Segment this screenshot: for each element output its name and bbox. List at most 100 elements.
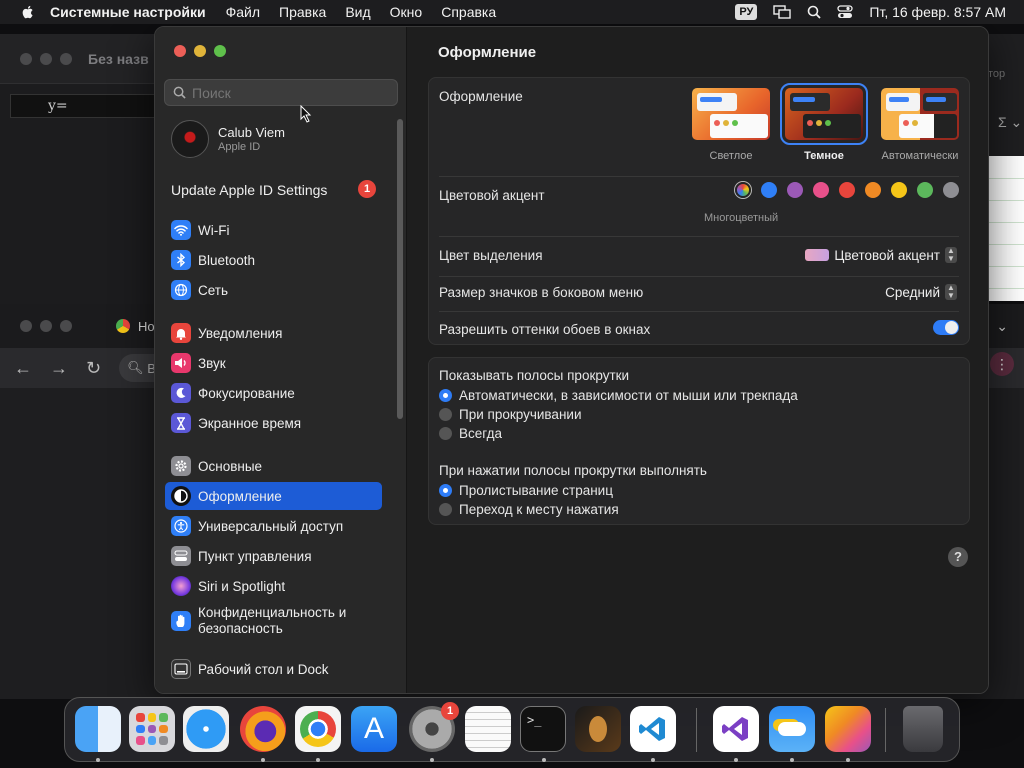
- accent-multicolor-swatch[interactable]: [735, 182, 751, 198]
- expression-field[interactable]: y=: [10, 94, 160, 118]
- tab-list-chevron-icon[interactable]: ⌄: [996, 318, 1008, 335]
- control-center-icon[interactable]: [837, 5, 854, 19]
- sidebar-item-wifi[interactable]: Wi-Fi: [165, 216, 382, 244]
- spotlight-search-icon[interactable]: [807, 5, 822, 19]
- radio-label: Автоматически, в зависимости от мыши или…: [459, 388, 798, 403]
- sidebar-item-desktop-dock[interactable]: Рабочий стол и Dock: [165, 655, 382, 683]
- sidebar-item-sound[interactable]: Звук: [165, 349, 382, 377]
- accent-yellow-swatch[interactable]: [891, 182, 907, 198]
- sidebar-icon-size-select[interactable]: Средний ▲ ▼: [885, 284, 957, 300]
- theme-option-auto[interactable]: Автоматически: [877, 88, 963, 162]
- visual-studio-icon[interactable]: [713, 706, 759, 752]
- theme-option-dark[interactable]: Темное: [780, 83, 868, 162]
- hand-icon: [171, 611, 191, 631]
- sidebar-item-notifications[interactable]: Уведомления: [165, 319, 382, 347]
- app-store-icon[interactable]: A: [351, 706, 397, 752]
- sidebar-item-appearance[interactable]: Оформление: [165, 482, 382, 510]
- update-apple-id-settings[interactable]: Update Apple ID Settings: [171, 182, 327, 198]
- textedit-icon[interactable]: [465, 706, 511, 752]
- radio-button[interactable]: [439, 503, 452, 516]
- accent-graphite-swatch[interactable]: [943, 182, 959, 198]
- avatar: [171, 120, 209, 158]
- minimize-window-button[interactable]: [194, 45, 206, 57]
- background-window-title: Без назв: [88, 50, 149, 67]
- account-subtitle: Apple ID: [218, 141, 261, 153]
- forward-arrow-icon[interactable]: →: [50, 358, 68, 379]
- chevron-up-down-icon: ▲ ▼: [945, 284, 957, 300]
- wallpaper-tint-toggle[interactable]: [933, 320, 959, 335]
- accent-purple-swatch[interactable]: [787, 182, 803, 198]
- sidebar-item-accessibility[interactable]: Универсальный доступ: [165, 512, 382, 540]
- bluetooth-icon: [171, 250, 191, 270]
- screen-mirroring-icon[interactable]: [773, 5, 792, 19]
- pages-icon[interactable]: [825, 706, 871, 752]
- radio-button[interactable]: [439, 408, 452, 421]
- radio-button[interactable]: [439, 389, 452, 402]
- accent-pink-swatch[interactable]: [813, 182, 829, 198]
- close-window-button[interactable]: [174, 45, 186, 57]
- radio-button[interactable]: [439, 484, 452, 497]
- launchpad-icon[interactable]: [129, 706, 175, 752]
- sidebar-scrollbar[interactable]: [397, 119, 403, 419]
- speaker-icon: [171, 353, 191, 373]
- highlight-color-select[interactable]: Цветовой акцент ▲ ▼: [805, 247, 957, 263]
- sidebar-item-network[interactable]: Сеть: [165, 276, 382, 304]
- sidebar-item-siri-spotlight[interactable]: Siri и Spotlight: [165, 572, 382, 600]
- accent-blue-swatch[interactable]: [761, 182, 777, 198]
- terminal-icon[interactable]: >_: [520, 706, 566, 752]
- sidebar-item-label: Универсальный доступ: [198, 518, 344, 534]
- menu-view[interactable]: Вид: [345, 4, 370, 20]
- sidebar-item-control-center[interactable]: Пункт управления: [165, 542, 382, 570]
- theme-option-light[interactable]: Светлое: [691, 88, 771, 162]
- menu-edit[interactable]: Правка: [279, 4, 326, 20]
- reload-icon[interactable]: ↻: [86, 358, 101, 379]
- sidebar-item-focus[interactable]: Фокусирование: [165, 379, 382, 407]
- finder-icon[interactable]: [75, 706, 121, 752]
- back-arrow-icon[interactable]: ←: [14, 358, 32, 379]
- accent-color-label: Цветовой акцент: [439, 188, 545, 203]
- menu-window[interactable]: Окно: [390, 4, 423, 20]
- menu-file[interactable]: Файл: [226, 4, 260, 20]
- scroll-click-option-page[interactable]: Пролистывание страниц: [439, 483, 613, 498]
- accent-red-swatch[interactable]: [839, 182, 855, 198]
- sigma-button[interactable]: Σ ⌄: [998, 114, 1022, 131]
- siri-icon: [171, 576, 191, 596]
- weather-icon[interactable]: [769, 706, 815, 752]
- sidebar-item-bluetooth[interactable]: Bluetooth: [165, 246, 382, 274]
- appearance-label: Оформление: [439, 89, 523, 104]
- highlight-color-value: Цветовой акцент: [834, 247, 940, 263]
- scrollbars-option-auto[interactable]: Автоматически, в зависимости от мыши или…: [439, 388, 798, 403]
- trash-icon[interactable]: [903, 706, 943, 752]
- menu-bar: Системные настройки Файл Правка Вид Окно…: [0, 0, 1024, 24]
- keyboard-layout-indicator[interactable]: РУ: [735, 4, 758, 20]
- background-side-text: тор: [988, 68, 1006, 80]
- accent-green-swatch[interactable]: [917, 182, 933, 198]
- accent-orange-swatch[interactable]: [865, 182, 881, 198]
- sidebar-search[interactable]: [164, 79, 398, 106]
- scrollbars-option-always[interactable]: Всегда: [439, 426, 502, 441]
- background-right-window: тор Σ ⌄: [988, 34, 1024, 156]
- sidebar-item-general[interactable]: Основные: [165, 452, 382, 480]
- vscode-icon[interactable]: [630, 706, 676, 752]
- apple-id-account[interactable]: Calub Viem Apple ID: [171, 120, 285, 158]
- scroll-click-option-spot[interactable]: Переход к месту нажатия: [439, 502, 619, 517]
- menu-app-name[interactable]: Системные настройки: [50, 4, 206, 20]
- safari-icon[interactable]: [183, 706, 229, 752]
- zoom-window-button[interactable]: [214, 45, 226, 57]
- search-input[interactable]: [192, 84, 382, 101]
- menu-help[interactable]: Справка: [441, 4, 496, 20]
- firefox-icon[interactable]: [240, 706, 286, 752]
- help-button[interactable]: ?: [948, 547, 968, 567]
- background-calculator-window[interactable]: Без назв y=: [0, 34, 160, 304]
- search-icon: [173, 86, 186, 99]
- appearance-settings-card: Оформление Светлое Темное Автоматически …: [428, 77, 970, 345]
- chrome-icon[interactable]: [295, 706, 341, 752]
- browser-menu-icon[interactable]: ⋮: [990, 352, 1014, 376]
- apple-logo-icon[interactable]: [20, 4, 36, 20]
- radio-button[interactable]: [439, 427, 452, 440]
- scrollbars-option-scrolling[interactable]: При прокручивании: [439, 407, 581, 422]
- garageband-icon[interactable]: [575, 706, 621, 752]
- sidebar-item-screen-time[interactable]: Экранное время: [165, 409, 382, 437]
- menu-clock[interactable]: Пт, 16 февр. 8:57 AM: [869, 4, 1006, 20]
- sidebar-item-privacy-security[interactable]: Конфиденциальность и безопасность: [165, 603, 382, 639]
